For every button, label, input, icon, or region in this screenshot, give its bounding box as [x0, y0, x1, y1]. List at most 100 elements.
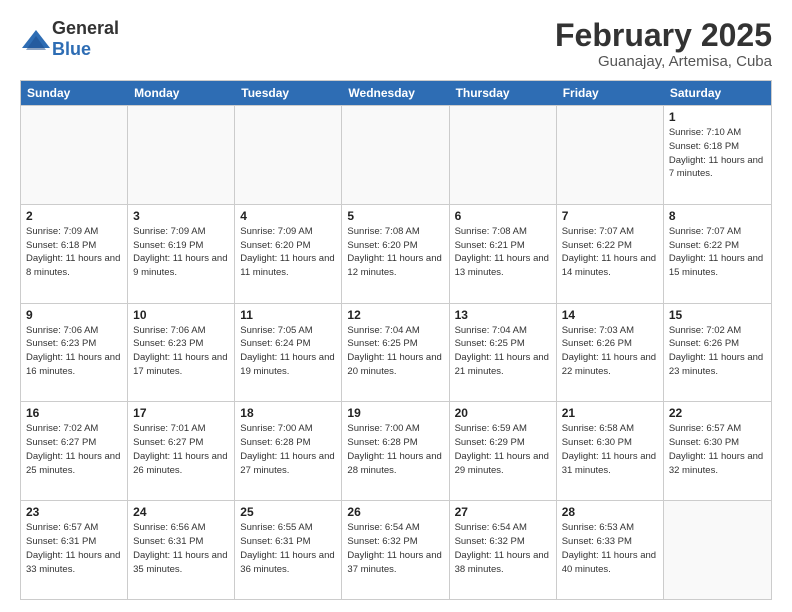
calendar-header-cell: Thursday: [450, 81, 557, 105]
calendar-day-20: 20Sunrise: 6:59 AMSunset: 6:29 PMDayligh…: [450, 402, 557, 500]
calendar-day-5: 5Sunrise: 7:08 AMSunset: 6:20 PMDaylight…: [342, 205, 449, 303]
day-info: Sunrise: 6:57 AMSunset: 6:31 PMDaylight:…: [26, 521, 122, 576]
day-info: Sunrise: 6:54 AMSunset: 6:32 PMDaylight:…: [455, 521, 551, 576]
day-number: 6: [455, 209, 551, 223]
calendar-day-16: 16 Sunrise: 7:02 AMSunset: 6:27 PMDayligh…: [21, 402, 128, 500]
day-number: 16: [26, 406, 122, 420]
day-number: 4: [240, 209, 336, 223]
day-number: 15: [669, 308, 766, 322]
calendar-day-empty: [450, 106, 557, 204]
calendar-day-8: 8 Sunrise: 7:07 AMSunset: 6:22 PMDaylight…: [664, 205, 771, 303]
calendar-day-24: 24Sunrise: 6:56 AMSunset: 6:31 PMDayligh…: [128, 501, 235, 599]
day-number: 20: [455, 406, 551, 420]
day-number: 12: [347, 308, 443, 322]
calendar-day-26: 26 Sunrise: 6:54 AMSunset: 6:32 PMDayligh…: [342, 501, 449, 599]
calendar-day-27: 27 Sunrise: 6:54 AMSunset: 6:32 PMDayligh…: [450, 501, 557, 599]
day-number: 18: [240, 406, 336, 420]
day-info: Sunrise: 7:04 AMSunset: 6:25 PMDaylight:…: [347, 324, 443, 379]
logo-text: General Blue: [52, 18, 119, 60]
calendar-day-3: 3 Sunrise: 7:09 AMSunset: 6:19 PMDaylight…: [128, 205, 235, 303]
calendar-day-empty: [128, 106, 235, 204]
calendar-day-11: 11 Sunrise: 7:05 AMSunset: 6:24 PMDayligh…: [235, 304, 342, 402]
calendar-day-13: 13 Sunrise: 7:04 AMSunset: 6:25 PMDayligh…: [450, 304, 557, 402]
calendar-day-empty: [342, 106, 449, 204]
calendar-day-empty: [664, 501, 771, 599]
day-number: 26: [347, 505, 443, 519]
day-number: 28: [562, 505, 658, 519]
header: General Blue February 2025 Guanajay, Art…: [20, 18, 772, 70]
calendar-day-6: 6 Sunrise: 7:08 AMSunset: 6:21 PMDaylight…: [450, 205, 557, 303]
day-number: 13: [455, 308, 551, 322]
calendar-week-4: 16 Sunrise: 7:02 AMSunset: 6:27 PMDayligh…: [21, 401, 771, 500]
calendar-header-cell: Saturday: [664, 81, 771, 105]
day-number: 9: [26, 308, 122, 322]
calendar-header-cell: Tuesday: [235, 81, 342, 105]
day-info: Sunrise: 7:09 AMSunset: 6:18 PMDaylight:…: [26, 225, 122, 280]
calendar-day-empty: [21, 106, 128, 204]
day-info: Sunrise: 7:02 AMSunset: 6:27 PMDaylight:…: [26, 422, 122, 477]
day-info: Sunrise: 7:06 AMSunset: 6:23 PMDaylight:…: [26, 324, 122, 379]
day-number: 8: [669, 209, 766, 223]
day-info: Sunrise: 6:54 AMSunset: 6:32 PMDaylight:…: [347, 521, 443, 576]
day-number: 23: [26, 505, 122, 519]
day-number: 22: [669, 406, 766, 420]
calendar-day-18: 18 Sunrise: 7:00 AMSunset: 6:28 PMDayligh…: [235, 402, 342, 500]
calendar-day-1: 1 Sunrise: 7:10 AMSunset: 6:18 PMDaylight…: [664, 106, 771, 204]
day-number: 3: [133, 209, 229, 223]
calendar-header-cell: Sunday: [21, 81, 128, 105]
day-info: Sunrise: 7:07 AMSunset: 6:22 PMDaylight:…: [669, 225, 766, 280]
day-number: 21: [562, 406, 658, 420]
calendar-day-2: 2 Sunrise: 7:09 AMSunset: 6:18 PMDaylight…: [21, 205, 128, 303]
logo-blue: Blue: [52, 39, 91, 59]
calendar-week-5: 23 Sunrise: 6:57 AMSunset: 6:31 PMDayligh…: [21, 500, 771, 599]
page: General Blue February 2025 Guanajay, Art…: [0, 0, 792, 612]
day-info: Sunrise: 7:04 AMSunset: 6:25 PMDaylight:…: [455, 324, 551, 379]
calendar-day-14: 14 Sunrise: 7:03 AMSunset: 6:26 PMDayligh…: [557, 304, 664, 402]
day-number: 19: [347, 406, 443, 420]
day-number: 2: [26, 209, 122, 223]
day-info: Sunrise: 7:00 AMSunset: 6:28 PMDaylight:…: [347, 422, 443, 477]
day-info: Sunrise: 7:03 AMSunset: 6:26 PMDaylight:…: [562, 324, 658, 379]
calendar-header-cell: Wednesday: [342, 81, 449, 105]
day-info: Sunrise: 7:06 AMSunset: 6:23 PMDaylight:…: [133, 324, 229, 379]
day-number: 25: [240, 505, 336, 519]
title-location: Guanajay, Artemisa, Cuba: [555, 53, 772, 70]
calendar-day-empty: [557, 106, 664, 204]
day-info: Sunrise: 7:08 AMSunset: 6:21 PMDaylight:…: [455, 225, 551, 280]
calendar-day-12: 12 Sunrise: 7:04 AMSunset: 6:25 PMDayligh…: [342, 304, 449, 402]
calendar-day-4: 4 Sunrise: 7:09 AMSunset: 6:20 PMDaylight…: [235, 205, 342, 303]
calendar-day-19: 19 Sunrise: 7:00 AMSunset: 6:28 PMDayligh…: [342, 402, 449, 500]
day-number: 7: [562, 209, 658, 223]
day-info: Sunrise: 7:00 AMSunset: 6:28 PMDaylight:…: [240, 422, 336, 477]
calendar: SundayMondayTuesdayWednesdayThursdayFrid…: [20, 80, 772, 600]
day-info: Sunrise: 7:05 AMSunset: 6:24 PMDaylight:…: [240, 324, 336, 379]
day-info: Sunrise: 6:55 AMSunset: 6:31 PMDaylight:…: [240, 521, 336, 576]
calendar-day-15: 15 Sunrise: 7:02 AMSunset: 6:26 PMDayligh…: [664, 304, 771, 402]
day-info: Sunrise: 7:07 AMSunset: 6:22 PMDaylight:…: [562, 225, 658, 280]
calendar-day-7: 7 Sunrise: 7:07 AMSunset: 6:22 PMDaylight…: [557, 205, 664, 303]
logo-general: General: [52, 18, 119, 38]
calendar-day-9: 9 Sunrise: 7:06 AMSunset: 6:23 PMDaylight…: [21, 304, 128, 402]
logo: General Blue: [20, 18, 119, 60]
day-info: Sunrise: 7:01 AMSunset: 6:27 PMDaylight:…: [133, 422, 229, 477]
day-info: Sunrise: 7:10 AMSunset: 6:18 PMDaylight:…: [669, 126, 766, 181]
calendar-week-2: 2 Sunrise: 7:09 AMSunset: 6:18 PMDaylight…: [21, 204, 771, 303]
day-info: Sunrise: 6:56 AMSunset: 6:31 PMDaylight:…: [133, 521, 229, 576]
day-info: Sunrise: 7:09 AMSunset: 6:19 PMDaylight:…: [133, 225, 229, 280]
calendar-header-cell: Monday: [128, 81, 235, 105]
day-number: 14: [562, 308, 658, 322]
calendar-day-22: 22 Sunrise: 6:57 AMSunset: 6:30 PMDayligh…: [664, 402, 771, 500]
day-info: Sunrise: 7:08 AMSunset: 6:20 PMDaylight:…: [347, 225, 443, 280]
calendar-day-empty: [235, 106, 342, 204]
day-number: 11: [240, 308, 336, 322]
day-info: Sunrise: 7:09 AMSunset: 6:20 PMDaylight:…: [240, 225, 336, 280]
day-info: Sunrise: 6:53 AMSunset: 6:33 PMDaylight:…: [562, 521, 658, 576]
day-info: Sunrise: 6:57 AMSunset: 6:30 PMDaylight:…: [669, 422, 766, 477]
day-number: 1: [669, 110, 766, 124]
calendar-body: 1 Sunrise: 7:10 AMSunset: 6:18 PMDaylight…: [21, 105, 771, 599]
day-number: 10: [133, 308, 229, 322]
calendar-week-1: 1 Sunrise: 7:10 AMSunset: 6:18 PMDaylight…: [21, 105, 771, 204]
title-block: February 2025 Guanajay, Artemisa, Cuba: [555, 18, 772, 70]
day-info: Sunrise: 7:02 AMSunset: 6:26 PMDaylight:…: [669, 324, 766, 379]
day-number: 27: [455, 505, 551, 519]
